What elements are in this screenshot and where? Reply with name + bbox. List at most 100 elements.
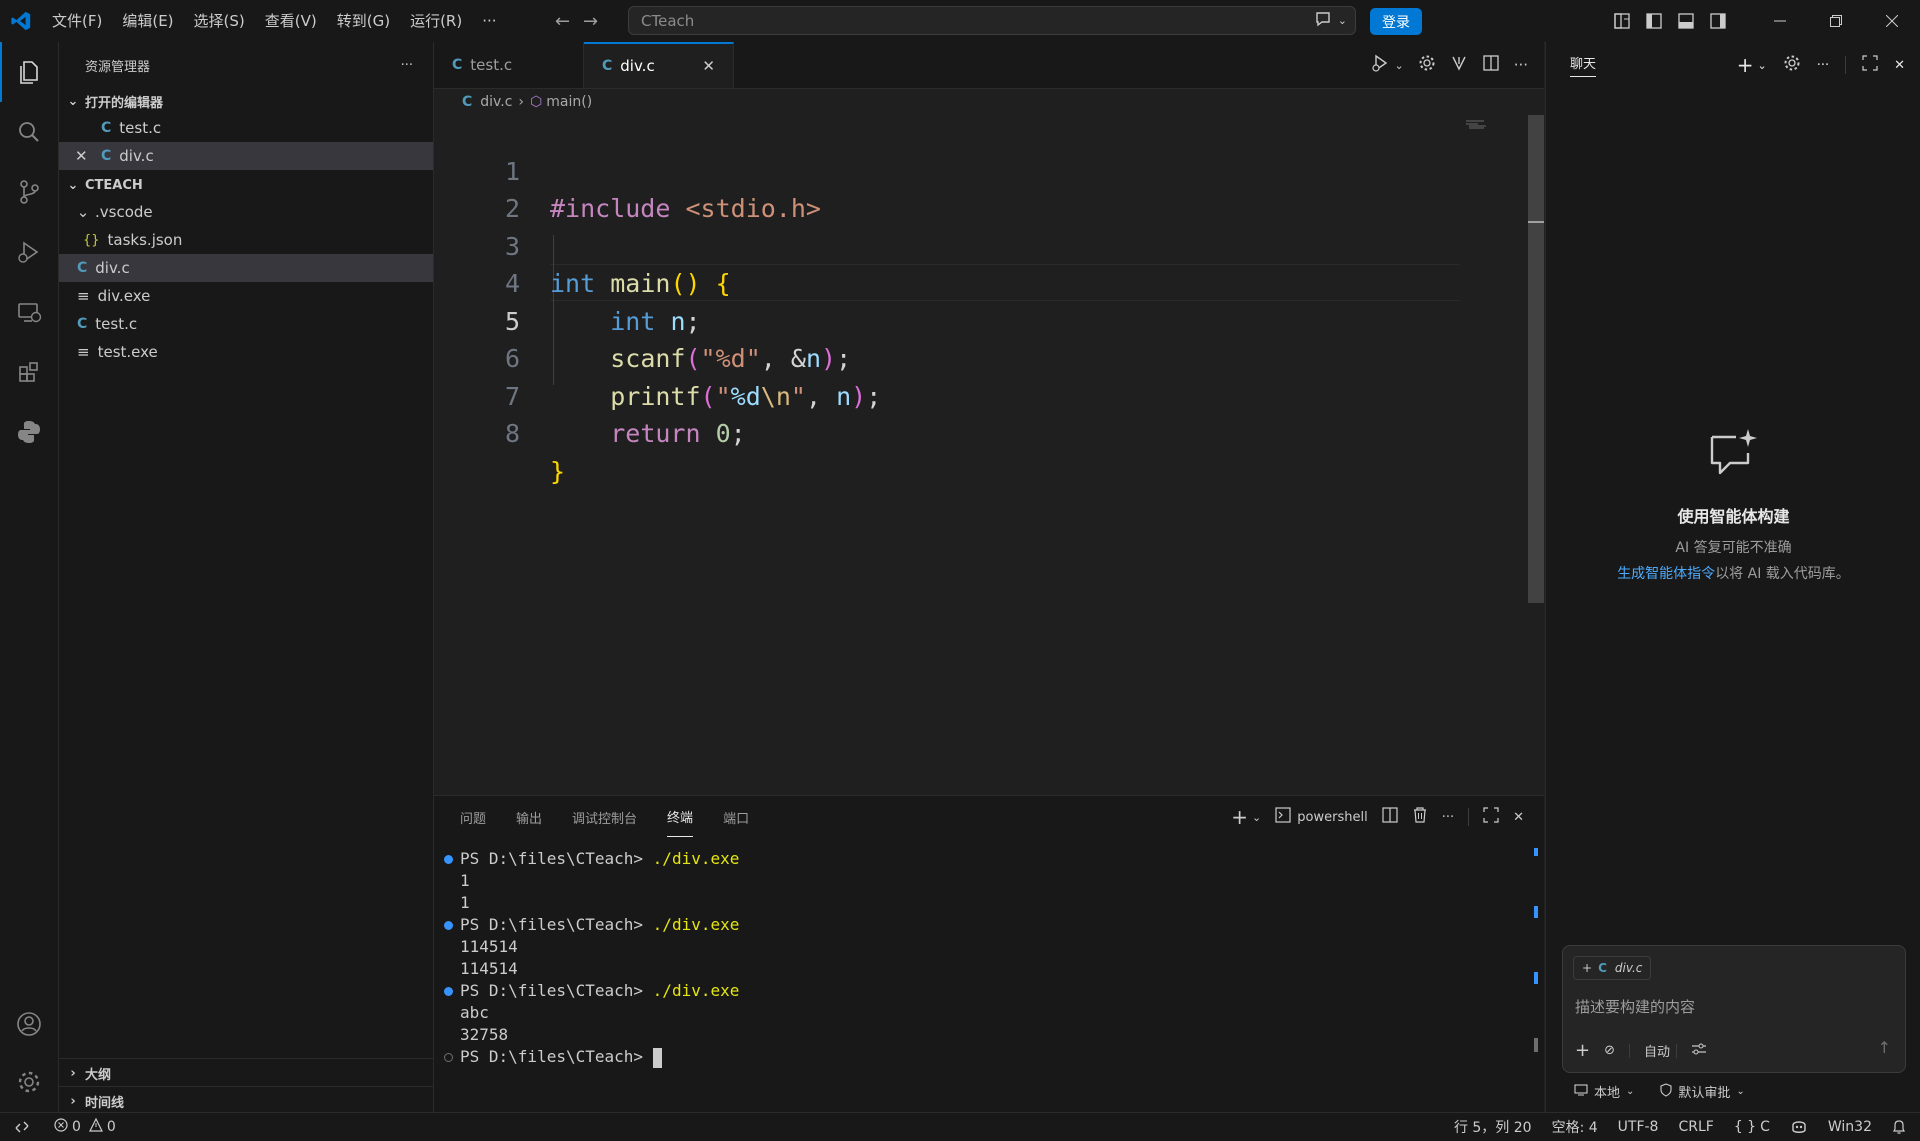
- approval-selector[interactable]: 默认审批 ⌄: [1660, 1082, 1745, 1101]
- send-arrow-icon[interactable]: ↑: [1878, 1038, 1891, 1057]
- scrollbar-thumb[interactable]: [1528, 115, 1544, 603]
- indentation[interactable]: 空格: 4: [1542, 1117, 1608, 1137]
- file-item[interactable]: {} tasks.json: [59, 226, 433, 254]
- chat-input-field[interactable]: 描述要构建的内容: [1575, 996, 1695, 1017]
- toggle-panel-icon[interactable]: [1670, 0, 1702, 42]
- settings-gear-icon[interactable]: [0, 1052, 58, 1112]
- tab-output[interactable]: 输出: [516, 798, 542, 837]
- tab-problems[interactable]: 问题: [460, 798, 486, 837]
- close-panel-icon[interactable]: ✕: [1513, 810, 1524, 825]
- editor-scrollbar[interactable]: [1528, 115, 1544, 795]
- tab-debug-console[interactable]: 调试控制台: [572, 798, 637, 837]
- generate-instructions-link[interactable]: 生成智能体指令: [1617, 566, 1715, 582]
- options-icon[interactable]: [1691, 1042, 1707, 1060]
- shell-name[interactable]: powershell: [1297, 810, 1367, 825]
- cursor-position[interactable]: 行 5，列 20: [1444, 1117, 1542, 1137]
- trash-icon[interactable]: [1412, 807, 1428, 827]
- encoding[interactable]: UTF-8: [1608, 1119, 1669, 1135]
- file-item[interactable]: C test.c: [59, 310, 433, 338]
- more-actions-icon[interactable]: ···: [1514, 56, 1528, 74]
- breadcrumb-symbol[interactable]: main(): [546, 94, 592, 110]
- customize-layout-icon[interactable]: [1606, 0, 1638, 42]
- context-attachment[interactable]: + C div.c: [1573, 956, 1652, 980]
- notifications-bell-icon[interactable]: [1882, 1119, 1920, 1135]
- menu-file[interactable]: 文件(F): [42, 0, 112, 42]
- minimap[interactable]: [1466, 116, 1488, 129]
- end-of-line[interactable]: CRLF: [1668, 1119, 1723, 1135]
- menu-run[interactable]: 运行(R): [400, 0, 472, 42]
- close-icon[interactable]: ✕: [1894, 58, 1905, 73]
- toggle-primary-sidebar-icon[interactable]: [1638, 0, 1670, 42]
- search-icon[interactable]: [0, 102, 58, 162]
- chevron-down-icon[interactable]: ⌄: [1757, 59, 1766, 72]
- menu-view[interactable]: 查看(V): [255, 0, 327, 42]
- source-control-icon[interactable]: [0, 162, 58, 222]
- maximize-panel-icon[interactable]: [1483, 807, 1499, 827]
- back-arrow-icon[interactable]: ←: [549, 11, 577, 32]
- local-selector[interactable]: 本地 ⌄: [1574, 1082, 1634, 1101]
- python-icon[interactable]: [0, 402, 58, 462]
- split-editor-icon[interactable]: [1482, 54, 1500, 76]
- run-debug-icon[interactable]: [0, 222, 58, 282]
- tab-test-c[interactable]: C test.c: [434, 42, 584, 88]
- terminal-scrollbar[interactable]: [1528, 848, 1544, 1052]
- menu-selection[interactable]: 选择(S): [184, 0, 255, 42]
- open-editor-item[interactable]: ✕ C div.c: [59, 142, 433, 170]
- more-actions-icon[interactable]: ···: [1817, 58, 1829, 73]
- remote-explorer-icon[interactable]: [0, 282, 58, 342]
- extensions-icon[interactable]: [0, 342, 58, 402]
- menu-more[interactable]: ···: [472, 0, 506, 42]
- terminal-output[interactable]: PS D:\files\CTeach> ./div.exe 1 1 PS D:\…: [434, 848, 1544, 1068]
- run-code-icon[interactable]: [1370, 53, 1390, 77]
- accounts-icon[interactable]: [0, 994, 58, 1054]
- copilot-icon[interactable]: [1780, 1119, 1818, 1135]
- tab-ports[interactable]: 端口: [723, 798, 749, 837]
- chevron-down-icon[interactable]: ⌄: [1338, 14, 1347, 27]
- forward-arrow-icon[interactable]: →: [577, 11, 605, 32]
- open-editor-item[interactable]: C test.c: [59, 114, 433, 142]
- open-editors-section[interactable]: ⌄ 打开的编辑器: [59, 88, 433, 114]
- mode-selector[interactable]: 自动: [1644, 1041, 1670, 1060]
- breadcrumb-file[interactable]: div.c: [480, 94, 512, 110]
- more-actions-icon[interactable]: ···: [1442, 810, 1454, 825]
- new-chat-icon[interactable]: +: [1737, 53, 1754, 77]
- close-icon[interactable]: ✕: [75, 147, 101, 165]
- platform[interactable]: Win32: [1818, 1119, 1882, 1135]
- close-tab-icon[interactable]: ✕: [702, 57, 715, 75]
- new-terminal-icon[interactable]: +: [1231, 805, 1248, 829]
- compare-icon[interactable]: [1450, 54, 1468, 76]
- more-actions-icon[interactable]: ···: [401, 58, 413, 73]
- copilot-chat-icon[interactable]: [1314, 10, 1332, 32]
- file-item[interactable]: C div.c: [59, 254, 433, 282]
- file-item[interactable]: ≡ test.exe: [59, 338, 433, 366]
- tab-terminal[interactable]: 终端: [667, 797, 694, 837]
- chevron-down-icon[interactable]: ⌄: [1394, 59, 1403, 72]
- explorer-icon[interactable]: [0, 42, 58, 102]
- project-section[interactable]: ⌄ CTEACH: [59, 172, 433, 198]
- menu-go[interactable]: 转到(G): [327, 0, 400, 42]
- minimize-icon[interactable]: [1752, 0, 1808, 42]
- menu-edit[interactable]: 编辑(E): [112, 0, 183, 42]
- outline-section[interactable]: › 大纲: [59, 1060, 111, 1086]
- language-mode[interactable]: { } C: [1724, 1119, 1780, 1135]
- close-window-icon[interactable]: [1864, 0, 1920, 42]
- split-terminal-icon[interactable]: [1382, 807, 1398, 827]
- tab-div-c[interactable]: C div.c ✕: [584, 42, 734, 88]
- code-editor[interactable]: 1 #include <stdio.h> 2 3 int main() { 4 …: [434, 115, 1524, 790]
- chevron-down-icon[interactable]: ⌄: [1252, 811, 1261, 824]
- command-center-search[interactable]: CTeach ⌄: [628, 6, 1356, 35]
- add-icon[interactable]: +: [1575, 1040, 1590, 1061]
- maximize-icon[interactable]: [1862, 55, 1878, 75]
- chat-input-box[interactable]: + C div.c 描述要构建的内容 + ⊘ 自动 ↑: [1562, 945, 1906, 1073]
- tools-icon[interactable]: ⊘: [1604, 1043, 1615, 1058]
- restore-icon[interactable]: [1808, 0, 1864, 42]
- settings-gear-icon[interactable]: [1418, 54, 1436, 76]
- remote-indicator-icon[interactable]: [0, 1119, 44, 1135]
- folder-item[interactable]: ⌄ .vscode: [59, 198, 433, 226]
- login-button[interactable]: 登录: [1370, 8, 1422, 35]
- problems-indicator[interactable]: 0 0: [44, 1117, 126, 1136]
- timeline-section[interactable]: › 时间线: [59, 1088, 124, 1114]
- add-context-icon[interactable]: +: [1582, 961, 1592, 975]
- file-item[interactable]: ≡ div.exe: [59, 282, 433, 310]
- settings-gear-icon[interactable]: [1783, 54, 1801, 76]
